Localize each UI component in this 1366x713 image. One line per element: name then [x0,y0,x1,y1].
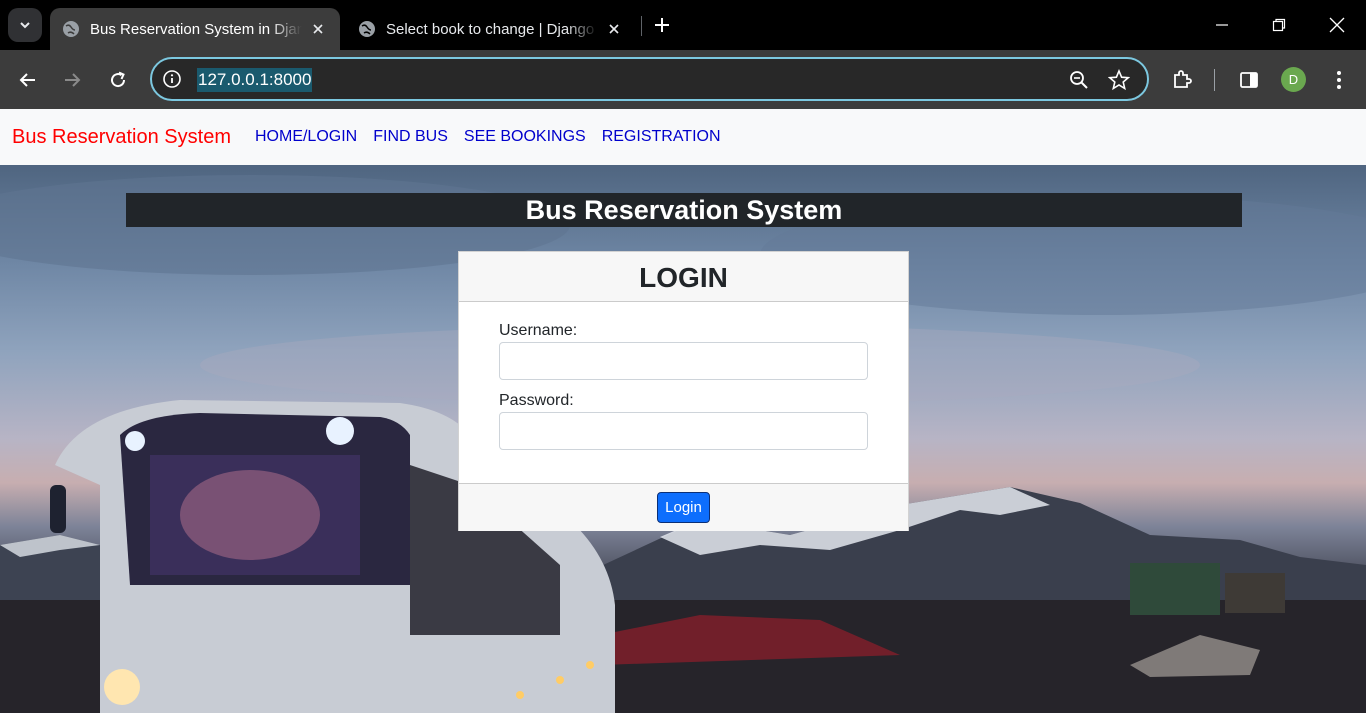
browser-toolbar: 127.0.0.1:8000 D [0,50,1366,109]
close-window-button[interactable] [1325,13,1349,37]
password-input[interactable] [499,412,868,450]
login-card: LOGIN Username: Password: Login [458,251,909,531]
info-icon[interactable] [162,69,182,89]
username-input[interactable] [499,342,868,380]
page-title-banner: Bus Reservation System [126,193,1242,227]
chevron-down-icon [20,22,30,29]
login-card-footer: Login [459,483,908,531]
plus-icon [655,18,669,32]
page-viewport: Bus Reservation System HOME/LOGIN FIND B… [0,109,1366,713]
arrow-right-icon [65,73,81,87]
minimize-icon [1216,24,1228,26]
close-icon [1329,17,1345,33]
login-card-body: Username: Password: [459,302,908,482]
username-label: Username: [499,322,578,339]
globe-icon [359,21,375,37]
nav-link-see-bookings[interactable]: SEE BOOKINGS [464,128,586,146]
menu-button[interactable] [1325,66,1353,94]
restore-icon [1272,18,1286,32]
browser-tab-active[interactable]: Bus Reservation System in Djang [50,8,340,50]
address-bar[interactable]: 127.0.0.1:8000 [150,57,1149,101]
navbar-brand[interactable]: Bus Reservation System [12,126,231,149]
kebab-menu-icon [1337,71,1341,89]
extensions-button[interactable] [1168,66,1196,94]
profile-avatar[interactable]: D [1281,67,1306,92]
new-tab-button[interactable] [650,13,674,37]
toolbar-separator [1214,69,1215,91]
side-panel-button[interactable] [1235,66,1263,94]
hero-background: Bus Reservation System LOGIN Username: P… [0,165,1366,713]
password-label: Password: [499,392,574,409]
back-button[interactable] [14,66,42,94]
puzzle-icon [1174,70,1192,88]
reload-icon [111,71,126,88]
url-text[interactable]: 127.0.0.1:8000 [197,68,313,92]
forward-button[interactable] [58,66,86,94]
nav-link-registration[interactable]: REGISTRATION [602,128,721,146]
close-tab-icon[interactable] [604,19,624,39]
bookmark-star-icon[interactable] [1108,69,1130,91]
tab-title: Bus Reservation System in Djang [90,20,302,38]
login-button[interactable]: Login [657,492,710,523]
nav-link-find-bus[interactable]: FIND BUS [373,128,448,146]
reload-button[interactable] [104,66,132,94]
login-card-title: LOGIN [459,252,908,302]
tab-title: Select book to change | Django [386,20,595,38]
zoom-icon[interactable] [1068,69,1090,91]
arrow-left-icon [19,73,35,87]
globe-icon [63,21,79,37]
nav-link-home-login[interactable]: HOME/LOGIN [255,128,357,146]
site-navbar: Bus Reservation System HOME/LOGIN FIND B… [0,109,1366,165]
tab-separator [641,16,642,36]
side-panel-icon [1240,72,1258,88]
tab-search-button[interactable] [8,8,42,42]
restore-button[interactable] [1267,13,1291,37]
minimize-button[interactable] [1210,13,1234,37]
close-tab-icon[interactable] [308,19,328,39]
browser-tab-strip: Bus Reservation System in Djang Select b… [0,0,1366,50]
browser-tab[interactable]: Select book to change | Django [346,8,636,50]
